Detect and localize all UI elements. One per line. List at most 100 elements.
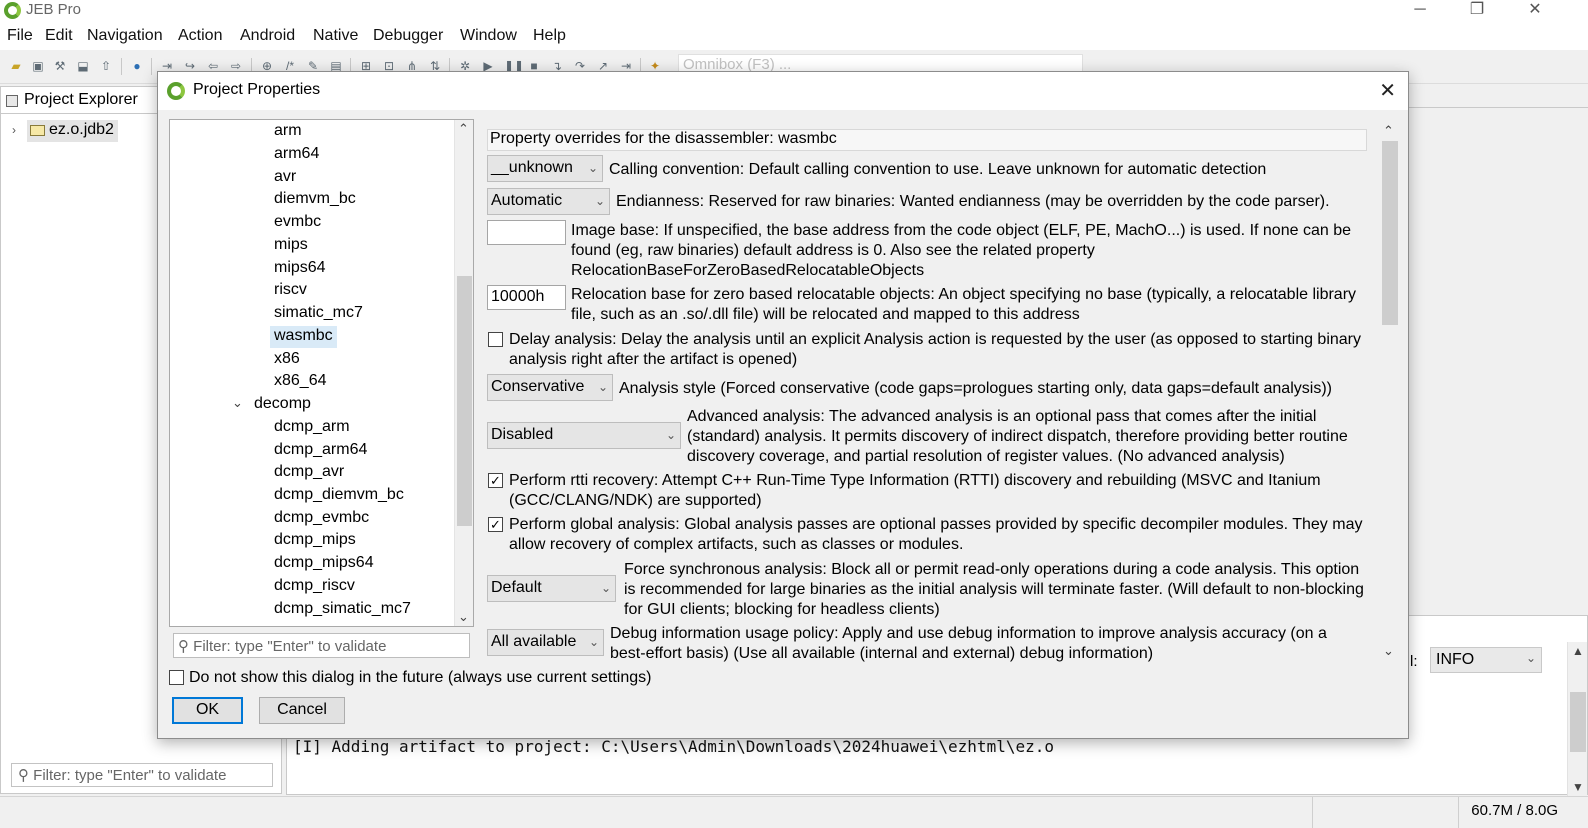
export-icon[interactable]: ⬓: [76, 59, 90, 73]
tree-filter-input[interactable]: ⚲ Filter: type "Enter" to validate: [173, 633, 470, 658]
dont-show-checkbox[interactable]: [169, 670, 184, 685]
calling-convention-select[interactable]: __unknown ⌄: [487, 155, 603, 182]
log-scrollbar[interactable]: ▲ ▼: [1567, 642, 1587, 796]
debug-info-desc: Debug information usage policy: Apply an…: [610, 625, 1327, 662]
project-node[interactable]: ez.o.jdb2: [27, 120, 118, 142]
close-icon[interactable]: ✕: [1379, 78, 1396, 103]
menu-file[interactable]: File: [7, 27, 33, 45]
menu-native[interactable]: Native: [313, 27, 358, 45]
status-bar: 60.7M / 8.0G: [0, 796, 1588, 828]
rtti-recovery-desc: Perform rtti recovery: Attempt C++ Run-T…: [509, 472, 1321, 509]
globe-icon[interactable]: ●: [130, 59, 144, 73]
endianness-select[interactable]: Automatic ⌄: [487, 188, 610, 215]
ok-button[interactable]: OK: [172, 697, 243, 724]
tree-item-dcmp-mips64[interactable]: dcmp_mips64: [270, 553, 378, 575]
search-icon: ⚲: [18, 767, 29, 784]
memory-usage: 60.7M / 8.0G: [1471, 802, 1558, 819]
menu-help[interactable]: Help: [533, 27, 566, 45]
property-editor: Property overrides for the disassembler:…: [475, 119, 1401, 666]
image-base-input[interactable]: [487, 220, 566, 245]
explorer-filter-placeholder: Filter: type "Enter" to validate: [33, 767, 227, 784]
scroll-thumb[interactable]: [1382, 141, 1398, 325]
tree-scrollbar[interactable]: ⌃ ⌄: [454, 120, 473, 626]
restore-button[interactable]: ❐: [1454, 0, 1500, 22]
advanced-analysis-select[interactable]: Disabled ⌄: [487, 422, 681, 449]
tree-item-dcmp-riscv[interactable]: dcmp_riscv: [270, 576, 359, 598]
tree-item-arm[interactable]: arm: [270, 121, 306, 143]
select-value: Default: [491, 579, 542, 596]
tree-item-dcmp-diemvm-bc[interactable]: dcmp_diemvm_bc: [270, 485, 408, 507]
tree-item-decomp[interactable]: ⌄ decomp: [232, 394, 315, 416]
tree-item-arm64[interactable]: arm64: [270, 144, 323, 166]
menu-action[interactable]: Action: [178, 27, 222, 45]
save-icon[interactable]: ▣: [31, 59, 45, 73]
chevron-down-icon[interactable]: ⌄: [232, 395, 243, 411]
property-header: Property overrides for the disassembler:…: [487, 129, 1367, 151]
analysis-style-select[interactable]: Conservative ⌄: [487, 374, 613, 401]
tree-item-dcmp-evmbc[interactable]: dcmp_evmbc: [270, 508, 373, 530]
debug-info-select[interactable]: All available ⌄: [487, 629, 604, 656]
minimize-button[interactable]: ─: [1397, 0, 1443, 22]
scroll-down-icon[interactable]: ⌄: [458, 609, 469, 625]
tree-item-label: decomp: [254, 395, 311, 412]
force-sync-desc: Force synchronous analysis: Block all or…: [624, 561, 1364, 618]
cancel-button[interactable]: Cancel: [259, 697, 345, 724]
toolbar-separator: [151, 58, 152, 75]
scroll-up-icon[interactable]: ⌃: [1383, 123, 1394, 139]
scroll-up-icon[interactable]: ▲: [1572, 644, 1584, 658]
menu-edit[interactable]: Edit: [45, 27, 73, 45]
tree-item-diemvm-bc[interactable]: diemvm_bc: [270, 189, 360, 211]
menu-android[interactable]: Android: [240, 27, 295, 45]
delay-analysis-checkbox[interactable]: [488, 332, 503, 347]
jeb-logo-icon: [4, 2, 21, 19]
upload-icon[interactable]: ⇧: [99, 59, 113, 73]
calling-convention-desc: Calling convention: Default calling conv…: [609, 161, 1267, 178]
tree-item-simatic-mc7[interactable]: simatic_mc7: [270, 303, 367, 325]
menu-bar: File Edit Navigation Action Android Nati…: [0, 22, 1588, 50]
chevron-right-icon[interactable]: ›: [12, 123, 16, 137]
explorer-filter-input[interactable]: ⚲ Filter: type "Enter" to validate: [11, 763, 273, 787]
menu-debugger[interactable]: Debugger: [373, 27, 443, 45]
log-level-select[interactable]: INFO ⌄: [1430, 647, 1542, 673]
dialog-title: Project Properties: [193, 81, 321, 98]
tree-item-dcmp-arm[interactable]: dcmp_arm: [270, 417, 354, 439]
log-line: [I] Adding artifact to project: C:\Users…: [293, 737, 1054, 756]
tree-item-mips[interactable]: mips: [270, 235, 312, 257]
rtti-recovery-checkbox[interactable]: ✓: [488, 473, 503, 488]
tree-item-x86[interactable]: x86: [270, 349, 304, 371]
tree-item-avr[interactable]: avr: [270, 167, 300, 189]
scroll-up-icon[interactable]: ⌃: [458, 121, 469, 137]
scroll-thumb[interactable]: [1570, 692, 1586, 752]
tree-item-riscv[interactable]: riscv: [270, 280, 311, 302]
tab-project-explorer[interactable]: Project Explorer: [1, 87, 161, 113]
scroll-down-icon[interactable]: ▼: [1572, 780, 1584, 794]
tree-item-dcmp-arm64[interactable]: dcmp_arm64: [270, 440, 371, 462]
chevron-down-icon: ⌄: [597, 380, 608, 394]
chevron-down-icon: ⌄: [588, 635, 599, 649]
open-folder-icon[interactable]: ▰: [9, 59, 23, 73]
editor-tab-strip: [1408, 86, 1588, 108]
tree-item-dcmp-simatic-mc7[interactable]: dcmp_simatic_mc7: [270, 599, 415, 621]
tree-item-dcmp-mips[interactable]: dcmp_mips: [270, 530, 360, 552]
property-scrollbar[interactable]: ⌃ ⌄: [1379, 123, 1401, 663]
dialog-title-bar: Project Properties ✕: [158, 72, 1408, 110]
jeb-logo-icon: [167, 82, 185, 100]
chevron-down-icon: ⌄: [665, 428, 676, 442]
tree-item-wasmbc[interactable]: wasmbc: [270, 326, 337, 348]
scroll-down-icon[interactable]: ⌄: [1383, 643, 1394, 659]
wrench-icon[interactable]: ⚒: [53, 59, 67, 73]
tab-label: Project Explorer: [24, 91, 138, 108]
scroll-thumb[interactable]: [457, 276, 472, 526]
tree-item-dcmp-avr[interactable]: dcmp_avr: [270, 462, 348, 484]
close-window-button[interactable]: ✕: [1512, 0, 1558, 22]
delay-analysis-desc: Delay analysis: Delay the analysis until…: [509, 331, 1362, 368]
force-sync-select[interactable]: Default ⌄: [487, 575, 616, 602]
menu-navigation[interactable]: Navigation: [87, 27, 163, 45]
tree-item-mips64[interactable]: mips64: [270, 258, 330, 280]
tree-item-x86-64[interactable]: x86_64: [270, 371, 331, 393]
menu-window[interactable]: Window: [460, 27, 517, 45]
global-analysis-checkbox[interactable]: ✓: [488, 517, 503, 532]
relocation-base-input[interactable]: 10000h: [487, 285, 566, 310]
title-bar: JEB Pro ─ ❐ ✕: [0, 0, 1588, 22]
tree-item-evmbc[interactable]: evmbc: [270, 212, 325, 234]
